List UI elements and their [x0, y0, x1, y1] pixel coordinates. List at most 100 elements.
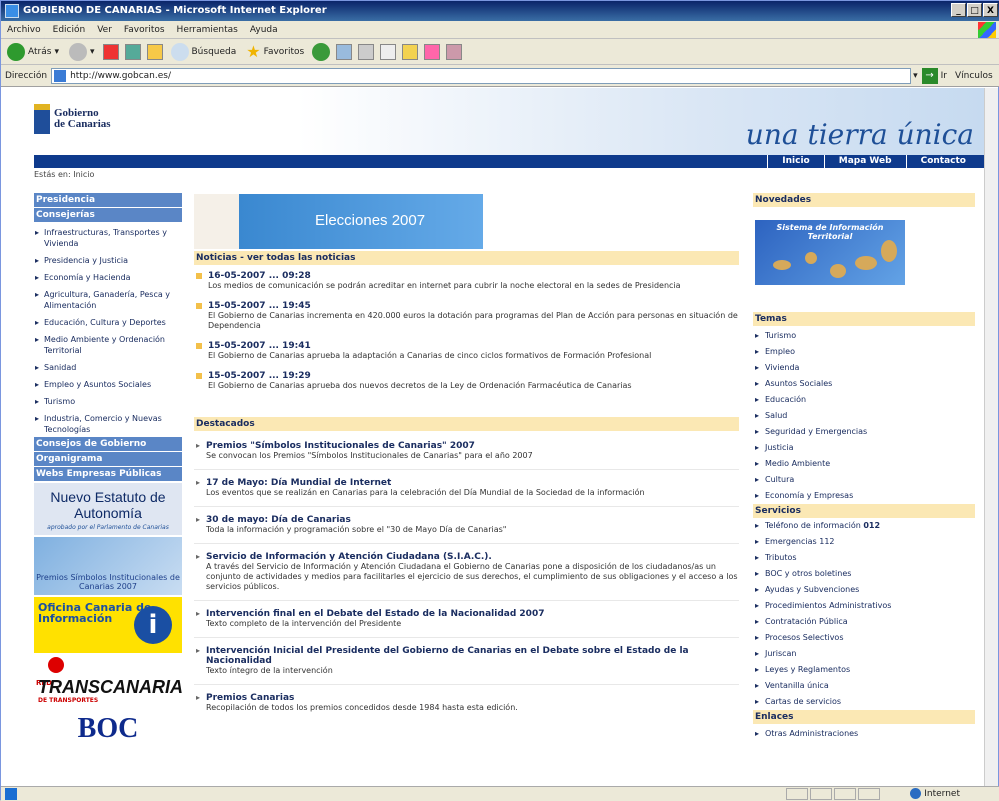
destacado-title: Premios Canarias: [206, 693, 295, 703]
estatuto-banner[interactable]: Nuevo Estatuto de Autonomía aprobado por…: [34, 483, 182, 535]
close-button[interactable]: X: [983, 3, 998, 17]
enlace-item[interactable]: Otras Administraciones: [753, 726, 975, 742]
sidebar-consejos[interactable]: Consejos de Gobierno: [34, 437, 182, 451]
menu-herramientas[interactable]: Herramientas: [177, 25, 238, 35]
tema-item[interactable]: Educación: [753, 392, 975, 408]
oficina-banner[interactable]: Oficina Canaria de Información i: [34, 597, 182, 653]
browser-window: GOBIERNO DE CANARIAS - Microsoft Interne…: [0, 0, 999, 801]
links-button[interactable]: Vínculos: [955, 71, 993, 81]
tema-item[interactable]: Turismo: [753, 328, 975, 344]
sidebar-item[interactable]: Presidencia y Justicia: [34, 251, 182, 268]
title-bar: GOBIERNO DE CANARIAS - Microsoft Interne…: [1, 1, 999, 21]
gobierno-logo[interactable]: Gobierno de Canarias: [34, 104, 111, 134]
news-item[interactable]: 15-05-2007 ... 19:29 El Gobierno de Canar…: [194, 371, 739, 391]
news-item[interactable]: 16-05-2007 ... 09:28 Los medios de comuni…: [194, 271, 739, 291]
tema-item[interactable]: Seguridad y Emergencias: [753, 424, 975, 440]
sidebar-item[interactable]: Turismo: [34, 392, 182, 409]
tema-item[interactable]: Cultura: [753, 472, 975, 488]
tema-item[interactable]: Justicia: [753, 440, 975, 456]
servicio-item[interactable]: Tributos: [753, 550, 975, 566]
sidebar-consejerias[interactable]: Consejerías: [34, 208, 182, 222]
sidebar-item[interactable]: Infraestructuras, Transportes y Vivienda: [34, 223, 182, 251]
stop-icon[interactable]: [102, 43, 119, 60]
sidebar-webs-empresas[interactable]: Webs Empresas Públicas: [34, 467, 182, 481]
back-button[interactable]: Atrás ▾: [5, 41, 61, 63]
servicio-item[interactable]: Ayudas y Subvenciones: [753, 582, 975, 598]
sidebar-item[interactable]: Medio Ambiente y Ordenación Territorial: [34, 330, 182, 358]
nav-inicio[interactable]: Inicio: [767, 155, 823, 168]
favorites-button[interactable]: ★ Favoritos: [244, 41, 306, 63]
refresh-icon[interactable]: [124, 43, 141, 60]
transcanaria-banner[interactable]: RED TRANSCANARIA DE TRANSPORTES: [34, 655, 183, 711]
history-icon[interactable]: [312, 42, 331, 61]
mail-icon[interactable]: [336, 43, 353, 60]
menu-favoritos[interactable]: Favoritos: [124, 25, 165, 35]
servicio-item[interactable]: Leyes y Reglamentos: [753, 662, 975, 678]
destacado-text: Texto íntegro de la intervención: [206, 666, 333, 675]
servicio-item[interactable]: BOC y otros boletines: [753, 566, 975, 582]
back-arrow-icon: [7, 42, 25, 61]
destacado-item[interactable]: Intervención Inicial del Presidente del …: [194, 646, 739, 685]
destacado-item[interactable]: Intervención final en el Debate del Esta…: [194, 609, 739, 638]
servicio-item[interactable]: Ventanilla única: [753, 678, 975, 694]
menu-archivo[interactable]: Archivo: [7, 25, 41, 35]
sidebar-item[interactable]: Empleo y Asuntos Sociales: [34, 375, 182, 392]
destacado-item[interactable]: Servicio de Información y Atención Ciuda…: [194, 552, 739, 601]
tema-item[interactable]: Salud: [753, 408, 975, 424]
menu-ver[interactable]: Ver: [97, 25, 112, 35]
servicio-item[interactable]: Cartas de servicios: [753, 694, 975, 710]
sidebar-item[interactable]: Educación, Cultura y Deportes: [34, 313, 182, 330]
nav-contacto[interactable]: Contacto: [905, 155, 980, 168]
servicio-telefono[interactable]: Teléfono de información 012: [753, 518, 975, 534]
tema-item[interactable]: Vivienda: [753, 360, 975, 376]
telefono-number: 012: [863, 521, 881, 530]
minimize-button[interactable]: _: [951, 3, 966, 17]
tema-item[interactable]: Asuntos Sociales: [753, 376, 975, 392]
servicio-item[interactable]: Contratación Pública: [753, 614, 975, 630]
sidebar-item[interactable]: Agricultura, Ganadería, Pesca y Alimenta…: [34, 285, 182, 313]
menu-ayuda[interactable]: Ayuda: [250, 25, 278, 35]
sidebar-item[interactable]: Economía y Hacienda: [34, 268, 182, 285]
destacado-item[interactable]: Premios "Símbolos Institucionales de Can…: [194, 441, 739, 470]
tema-item[interactable]: Economía y Empresas: [753, 488, 975, 504]
vertical-scrollbar[interactable]: [984, 88, 998, 786]
search-button[interactable]: Búsqueda: [169, 41, 239, 63]
news-header[interactable]: Noticias - ver todas las noticias: [194, 251, 739, 265]
sidebar-item[interactable]: Sanidad: [34, 358, 182, 375]
destacado-item[interactable]: Premios CanariasRecopilación de todos lo…: [194, 693, 739, 721]
news-item[interactable]: 15-05-2007 ... 19:41 El Gobierno de Canar…: [194, 341, 739, 361]
destacado-item[interactable]: 30 de mayo: Día de CanariasToda la infor…: [194, 515, 739, 544]
go-label: Ir: [940, 70, 947, 81]
status-cell: [786, 788, 808, 800]
address-dropdown-icon[interactable]: ▾: [913, 71, 918, 81]
servicio-item[interactable]: Procedimientos Administrativos: [753, 598, 975, 614]
destacado-item[interactable]: 17 de Mayo: Día Mundial de InternetLos e…: [194, 478, 739, 507]
premios-banner[interactable]: Premios Símbolos Institucionales de Cana…: [34, 537, 182, 595]
sidebar-presidencia[interactable]: Presidencia: [34, 193, 182, 207]
edit-icon[interactable]: [380, 43, 397, 60]
maximize-button[interactable]: □: [967, 3, 982, 17]
folder-icon[interactable]: [402, 43, 419, 60]
telefono-label: Teléfono de información: [765, 521, 861, 530]
tema-item[interactable]: Empleo: [753, 344, 975, 360]
servicio-item[interactable]: Procesos Selectivos: [753, 630, 975, 646]
discuss-icon[interactable]: [424, 43, 441, 60]
news-item[interactable]: 15-05-2007 ... 19:45 El Gobierno de Canar…: [194, 301, 739, 331]
home-icon[interactable]: [146, 43, 163, 60]
research-icon[interactable]: [446, 43, 463, 60]
sidebar-organigrama[interactable]: Organigrama: [34, 452, 182, 466]
boc-banner[interactable]: BOC: [34, 713, 182, 763]
servicio-item[interactable]: Emergencias 112: [753, 534, 975, 550]
elecciones-banner[interactable]: Elecciones 2007: [194, 194, 483, 249]
address-input[interactable]: http://www.gobcan.es/: [51, 67, 912, 84]
sidebar-item[interactable]: Industria, Comercio y Nuevas Tecnologías: [34, 409, 182, 437]
tema-item[interactable]: Medio Ambiente: [753, 456, 975, 472]
ie-icon: [5, 4, 19, 18]
forward-button[interactable]: ▾: [67, 41, 97, 63]
nav-mapa-web[interactable]: Mapa Web: [823, 155, 906, 168]
servicio-item[interactable]: Juriscan: [753, 646, 975, 662]
menu-edicion[interactable]: Edición: [53, 25, 86, 35]
print-icon[interactable]: [358, 43, 375, 60]
go-button[interactable]: → Ir: [921, 67, 947, 84]
sit-banner[interactable]: Sistema de Información Territorial: [755, 220, 905, 285]
